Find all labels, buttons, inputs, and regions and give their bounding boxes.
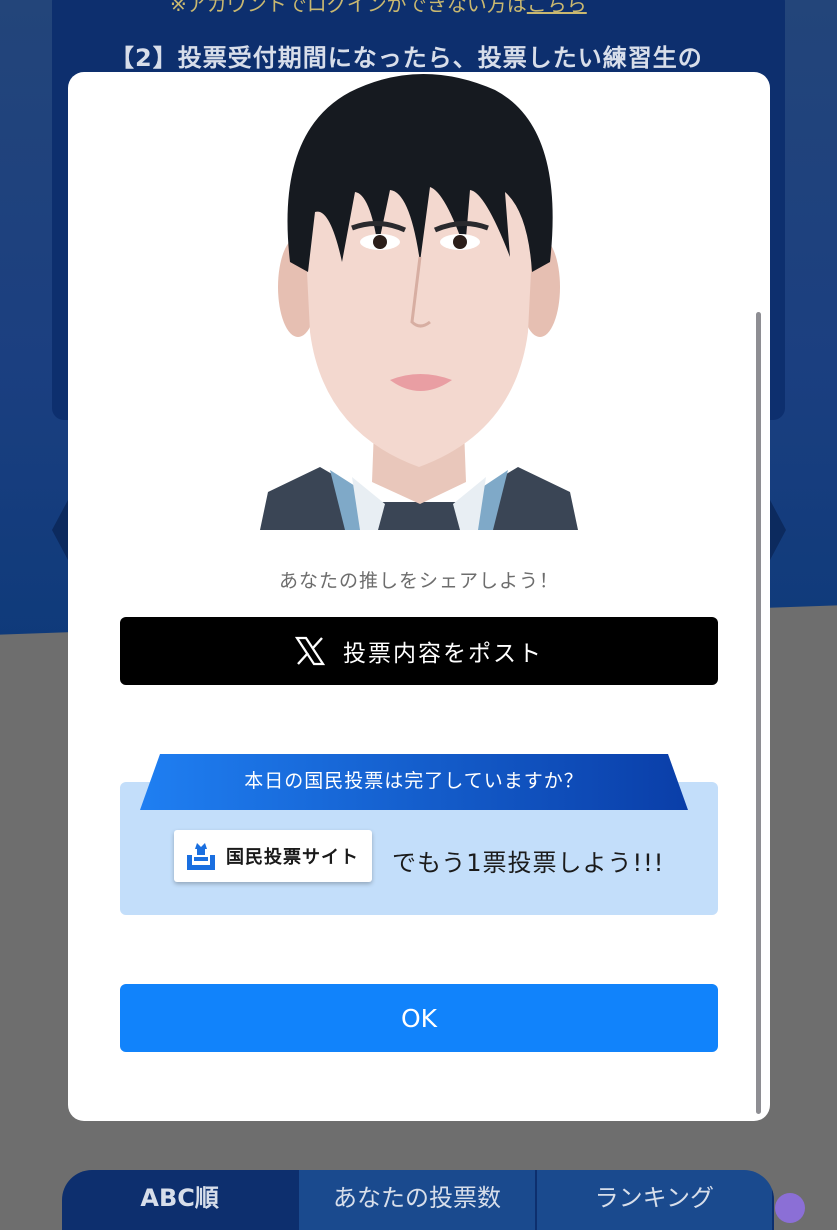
national-vote-banner-text: 本日の国民投票は完了していますか？ bbox=[244, 770, 584, 792]
background-login-note: ※アカウントでログインができない方はこちら bbox=[170, 0, 587, 17]
trainee-portrait bbox=[260, 72, 578, 530]
share-prompt: あなたの推しをシェアしよう！ bbox=[278, 570, 559, 592]
national-vote-site-button[interactable]: 国民投票サイト bbox=[174, 830, 372, 882]
national-vote-site-label: 国民投票サイト bbox=[226, 847, 359, 868]
floating-action-dot[interactable] bbox=[775, 1193, 805, 1223]
modal-scrollbar[interactable] bbox=[756, 312, 761, 1114]
carousel-next-icon[interactable] bbox=[770, 500, 786, 560]
background-step-heading: 【2】投票受付期間になったら、投票したい練習生の bbox=[110, 44, 703, 72]
tab-your-votes[interactable]: あなたの投票数 bbox=[299, 1170, 537, 1230]
national-vote-banner: 本日の国民投票は完了していますか？ bbox=[140, 754, 688, 810]
post-vote-button-label: 投票内容をポスト bbox=[343, 641, 543, 667]
background-tab-bar: ABC順 あなたの投票数 ランキング bbox=[62, 1170, 774, 1230]
vote-again-text: でもう1票投票しよう!!! bbox=[392, 849, 665, 877]
share-vote-modal: あなたの推しをシェアしよう！ 投票内容をポスト 本日の国民投票は完了していますか… bbox=[68, 72, 770, 1121]
post-vote-button[interactable]: 投票内容をポスト bbox=[120, 617, 718, 685]
background-login-link[interactable]: こちら bbox=[527, 0, 587, 16]
tab-abc-order[interactable]: ABC順 bbox=[62, 1170, 300, 1230]
carousel-prev-icon[interactable] bbox=[52, 500, 68, 560]
ok-button[interactable]: OK bbox=[120, 984, 718, 1052]
ballot-box-icon bbox=[187, 843, 215, 870]
x-logo-icon bbox=[295, 636, 325, 666]
tab-ranking[interactable]: ランキング bbox=[536, 1170, 774, 1230]
